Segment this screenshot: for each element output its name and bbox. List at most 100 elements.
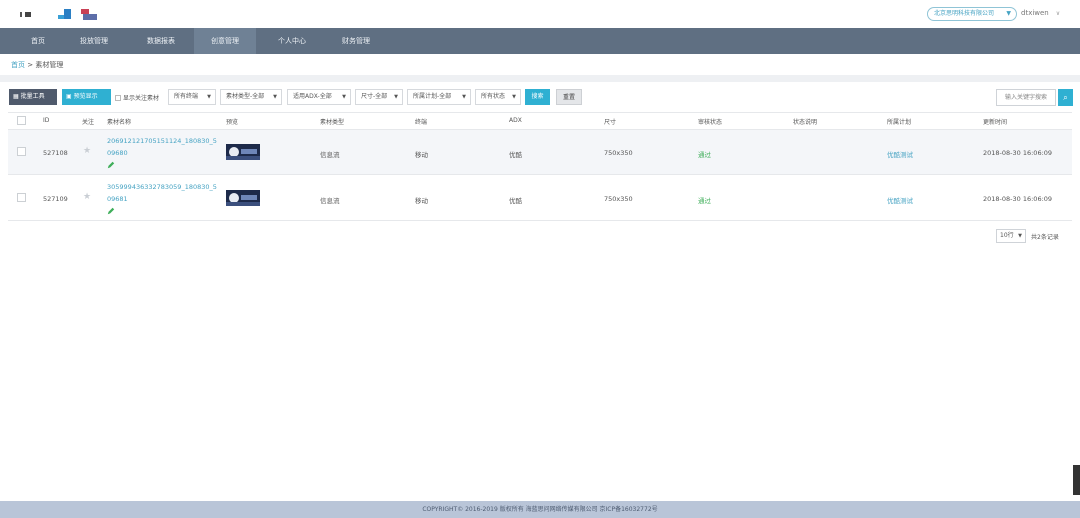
row-size: 750x350 bbox=[604, 195, 633, 203]
nav-item-creatives[interactable]: 创意管理 bbox=[194, 28, 256, 54]
row-plan-link[interactable]: 优酷测试 bbox=[887, 195, 913, 205]
logo-mark-1 bbox=[20, 12, 22, 17]
row-id: 527109 bbox=[43, 195, 68, 203]
logo-mark-6 bbox=[83, 14, 97, 20]
caret-down-icon: ▼ bbox=[1018, 233, 1022, 239]
filter-adx-value: 适用ADX-全部 bbox=[293, 93, 332, 100]
caret-down-icon: ▼ bbox=[342, 94, 346, 100]
row-checkbox[interactable] bbox=[17, 193, 26, 202]
nav-item-home[interactable]: 首页 bbox=[18, 28, 58, 54]
filter-adx[interactable]: 适用ADX-全部 ▼ bbox=[287, 89, 351, 105]
keyword-search-input[interactable]: 输入关键字搜索 bbox=[996, 89, 1056, 106]
material-preview-thumbnail[interactable] bbox=[226, 190, 260, 206]
table-row: 527109 ★ 305999436332783059_180830_50968… bbox=[8, 176, 1072, 221]
chevron-down-icon: ▼ bbox=[1006, 10, 1011, 17]
row-plan-link[interactable]: 优酷测试 bbox=[887, 149, 913, 159]
thumb-shape bbox=[241, 149, 257, 154]
thumb-shape bbox=[241, 195, 257, 200]
filter-material-type[interactable]: 素材类型-全部 ▼ bbox=[220, 89, 282, 105]
material-preview-thumbnail[interactable] bbox=[226, 144, 260, 160]
side-widget-tab[interactable] bbox=[1073, 465, 1080, 495]
col-preview: 预览 bbox=[226, 119, 239, 126]
company-selector[interactable]: 北京思明科技有限公司 ▼ bbox=[927, 7, 1017, 21]
row-audit-status: 通过 bbox=[698, 151, 711, 159]
company-name: 北京思明科技有限公司 bbox=[934, 10, 995, 17]
preview-label: 预览显示 bbox=[73, 93, 98, 100]
row-size: 750x350 bbox=[604, 149, 633, 157]
caret-down-icon: ▼ bbox=[273, 94, 277, 100]
show-followed-checkbox[interactable]: 显示关注素材 bbox=[115, 93, 159, 102]
col-audit: 审核状态 bbox=[698, 119, 723, 126]
material-name-link[interactable]: 305999436332783059_180830_509681 bbox=[107, 181, 217, 205]
grid-icon: ▦ bbox=[13, 93, 21, 100]
logo[interactable] bbox=[20, 9, 110, 21]
col-type: 素材类型 bbox=[320, 119, 345, 126]
username: dtxiwen bbox=[1021, 9, 1049, 17]
nav-item-profile[interactable]: 个人中心 bbox=[267, 28, 317, 54]
divider bbox=[0, 75, 1080, 82]
row-terminal: 移动 bbox=[415, 197, 428, 205]
logo-mark-4 bbox=[64, 9, 71, 19]
select-all-checkbox[interactable] bbox=[17, 116, 26, 125]
col-name: 素材名称 bbox=[107, 119, 132, 126]
filter-size[interactable]: 尺寸-全部 ▼ bbox=[355, 89, 403, 105]
nav-item-reports[interactable]: 数据报表 bbox=[136, 28, 186, 54]
col-size: 尺寸 bbox=[604, 119, 617, 126]
breadcrumb: 首页 > 素材管理 bbox=[11, 60, 63, 70]
reset-button[interactable]: 重置 bbox=[556, 89, 582, 105]
col-adx: ADX bbox=[509, 117, 522, 124]
pencil-icon[interactable] bbox=[107, 207, 115, 215]
col-updated: 更新时间 bbox=[983, 119, 1008, 126]
search-button[interactable]: 搜索 bbox=[525, 89, 550, 105]
nav-item-finance[interactable]: 财务管理 bbox=[331, 28, 381, 54]
filter-terminal-value: 所有终端 bbox=[174, 93, 199, 100]
table-header: ID 关注 素材名称 预览 素材类型 终端 ADX 尺寸 审核状态 状态说明 所… bbox=[8, 112, 1072, 130]
filter-size-value: 尺寸-全部 bbox=[361, 93, 388, 100]
col-terminal: 终端 bbox=[415, 119, 428, 126]
user-menu[interactable]: dtxiwen ∨ bbox=[1021, 9, 1060, 17]
caret-down-icon: ▼ bbox=[394, 94, 398, 100]
nav-item-campaigns[interactable]: 投放管理 bbox=[69, 28, 119, 54]
thumb-shape bbox=[226, 202, 260, 206]
row-checkbox[interactable] bbox=[17, 147, 26, 156]
caret-down-icon: ▼ bbox=[207, 94, 211, 100]
row-adx: 优酷 bbox=[509, 197, 522, 205]
filter-material-type-value: 素材类型-全部 bbox=[226, 93, 265, 100]
breadcrumb-current: 素材管理 bbox=[35, 61, 64, 69]
batch-tools-label: 批量工具 bbox=[20, 93, 45, 100]
table-row: 527108 ★ 206912121705151124_180830_50968… bbox=[8, 130, 1072, 175]
star-icon[interactable]: ★ bbox=[83, 146, 91, 156]
star-icon[interactable]: ★ bbox=[83, 192, 91, 202]
row-type: 信息流 bbox=[320, 151, 340, 159]
col-follow: 关注 bbox=[82, 119, 95, 126]
batch-tools-button[interactable]: ▦ 批量工具 bbox=[9, 89, 57, 105]
footer: COPYRIGHT© 2016-2019 版权所有 海蓝思问网络传媒有限公司 京… bbox=[0, 501, 1080, 518]
image-icon: ▣ bbox=[66, 93, 74, 100]
page-size-value: 10行 bbox=[1000, 232, 1014, 239]
row-terminal: 移动 bbox=[415, 151, 428, 159]
page-size-select[interactable]: 10行 ▼ bbox=[996, 229, 1026, 243]
breadcrumb-separator: > bbox=[27, 61, 34, 69]
pencil-icon[interactable] bbox=[107, 161, 115, 169]
preview-button[interactable]: ▣ 预览显示 bbox=[62, 89, 111, 105]
col-status-note: 状态说明 bbox=[793, 119, 818, 126]
filter-toolbar: ▦ 批量工具 ▣ 预览显示 显示关注素材 所有终端 ▼ 素材类型-全部 ▼ 适用AD… bbox=[0, 89, 1080, 107]
search-icon[interactable]: ⌕ bbox=[1058, 89, 1073, 106]
thumb-shape bbox=[226, 156, 260, 160]
col-plan: 所属计划 bbox=[887, 119, 912, 126]
material-name-link[interactable]: 206912121705151124_180830_509680 bbox=[107, 135, 217, 159]
row-updated: 2018-08-30 16:06:09 bbox=[983, 195, 1053, 203]
row-audit-status: 通过 bbox=[698, 197, 711, 205]
row-id: 527108 bbox=[43, 149, 68, 157]
filter-status[interactable]: 所有状态 ▼ bbox=[475, 89, 521, 105]
caret-down-icon: ▼ bbox=[512, 94, 516, 100]
logo-mark-2 bbox=[25, 12, 31, 17]
filter-terminal[interactable]: 所有终端 ▼ bbox=[168, 89, 216, 105]
main-nav: 首页 投放管理 数据报表 创意管理 个人中心 财务管理 bbox=[0, 28, 1080, 54]
total-records: 共2条记录 bbox=[1031, 234, 1059, 241]
col-id[interactable]: ID bbox=[43, 117, 49, 124]
breadcrumb-home[interactable]: 首页 bbox=[11, 61, 25, 69]
chevron-down-icon: ∨ bbox=[1055, 10, 1061, 17]
row-type: 信息流 bbox=[320, 197, 340, 205]
filter-plan[interactable]: 所属计划-全部 ▼ bbox=[407, 89, 471, 105]
